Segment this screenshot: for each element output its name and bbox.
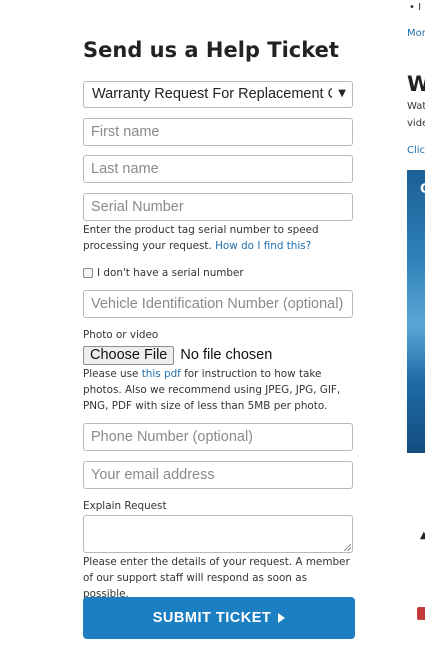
no-serial-row[interactable]: I don't have a serial number [83,266,244,280]
instruction-pdf-link[interactable]: this pdf [142,368,181,380]
video-thumbnail[interactable]: C [407,170,425,453]
resize-grip-icon[interactable] [344,544,351,551]
photo-label: Photo or video [83,329,159,341]
no-serial-label[interactable]: I don't have a serial number [97,267,244,279]
explain-textarea[interactable] [83,515,353,553]
explain-help: Please enter the details of your request… [83,556,350,600]
file-upload[interactable]: Choose File No file chosen [83,345,272,365]
video-letter: C [420,182,425,197]
photo-help: Please use this pdf for instruction to h… [83,366,355,414]
small-arrow-icon: ▲ [420,530,425,541]
click-link[interactable]: Clic [407,145,425,156]
file-status: No file chosen [180,347,273,363]
more-link[interactable]: Mor [407,28,425,39]
play-arrow-icon [278,613,286,623]
request-type-value: Warranty Request For Replacement Compone… [92,86,332,102]
sidebar-heading: W [407,72,425,96]
serial-help: Enter the product tag serial number to s… [83,222,355,254]
serial-number-input[interactable] [83,193,353,221]
dropdown-arrow-icon: ▼ [338,88,346,99]
vin-input[interactable] [83,290,353,318]
explain-label: Explain Request [83,500,167,512]
find-serial-link[interactable]: How do I find this? [215,240,311,252]
red-icon[interactable] [417,607,425,620]
sidebar-text-line1: Wat [407,101,425,112]
submit-label[interactable]: SUBMIT TICKET [153,610,271,626]
email-input[interactable] [83,461,353,489]
no-serial-checkbox[interactable] [83,268,93,278]
submit-ticket-button[interactable]: SUBMIT TICKET [83,597,355,639]
bullet-text: I [418,2,422,13]
phone-input[interactable] [83,423,353,451]
first-name-input[interactable] [83,118,353,146]
choose-file-button[interactable]: Choose File [83,345,175,365]
photo-help-before: Please use [83,368,142,380]
request-type-select[interactable]: Warranty Request For Replacement Compone… [83,81,353,108]
sidebar-text-line2: vide [407,118,425,129]
bullet-item: • I [409,2,422,13]
last-name-input[interactable] [83,155,353,183]
page-title: Send us a Help Ticket [83,38,339,62]
